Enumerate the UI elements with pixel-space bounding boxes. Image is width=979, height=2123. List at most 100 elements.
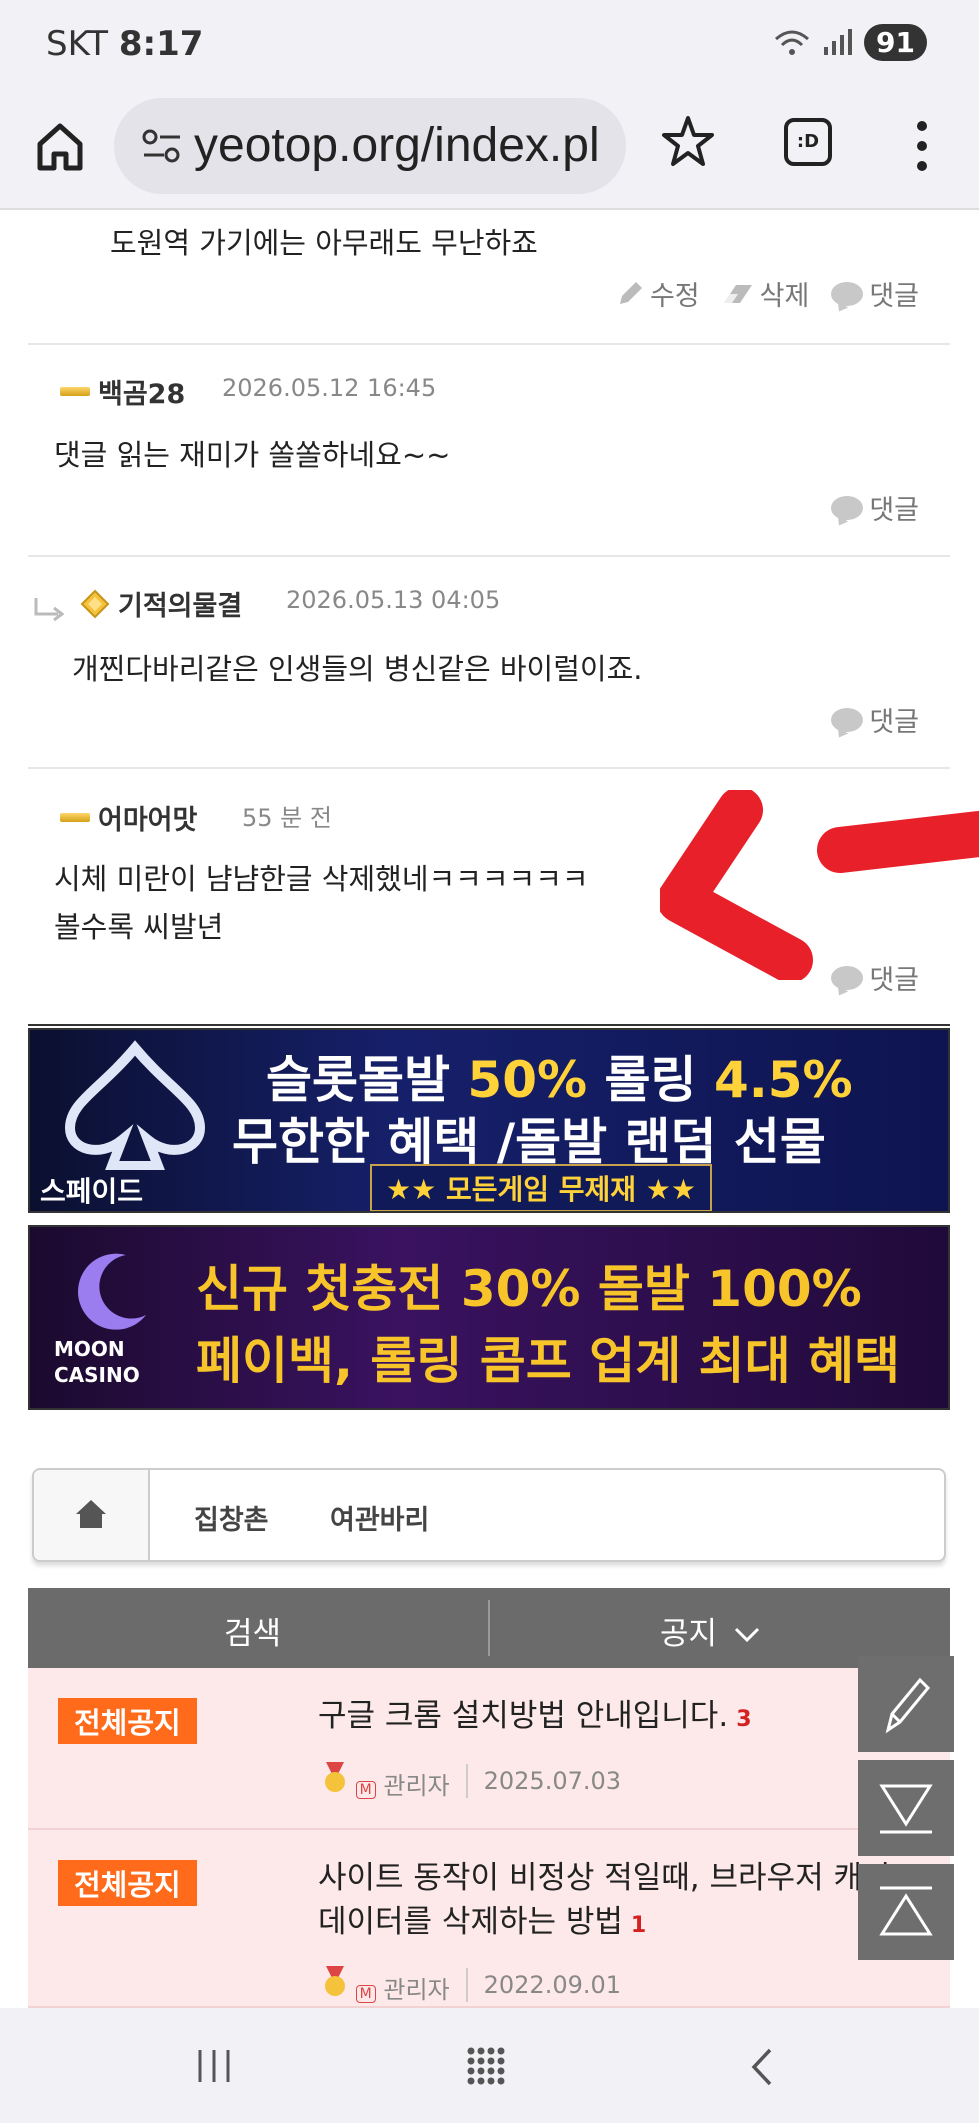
nav-item-2[interactable]: 여관바리 — [330, 1498, 429, 1537]
notice-title-line[interactable]: 사이트 동작이 비정상 적일때, 브라우저 캐시 — [318, 1856, 890, 1900]
triangle-down-icon — [879, 1784, 933, 1834]
edit-button[interactable]: 수정 — [616, 274, 700, 313]
banner-line2: 페이백, 롤링 콤프 업계 최대 혜택 — [196, 1332, 901, 1390]
author-name: 관리자 — [383, 1976, 450, 2004]
scroll-bottom-button[interactable] — [858, 1760, 954, 1856]
notice-meta: M 관리자 2025.07.03 — [322, 1760, 621, 1801]
comment-date: 2026.05.13 04:05 — [286, 586, 501, 614]
speech-bubble-icon — [831, 281, 864, 306]
notice-date: 2022.09.01 — [483, 1970, 622, 1999]
reply-arrow-icon — [34, 598, 65, 622]
crescent-moon-icon — [78, 1253, 146, 1330]
comment-author[interactable]: 어마어맛 — [60, 798, 197, 837]
reply-button[interactable]: 댓글 — [831, 488, 919, 527]
comment-text: 개찐다바리같은 인생들의 병신같은 바이럴이죠. — [72, 652, 643, 686]
recent-apps-icon[interactable] — [196, 2048, 232, 2084]
comment-text: 댓글 읽는 재미가 쏠쏠하네요~~ — [54, 438, 451, 472]
divider — [28, 1024, 950, 1026]
scroll-top-button[interactable] — [858, 1864, 954, 1960]
notice-title-text: 데이터를 삭제하는 방법 — [318, 1904, 623, 1940]
reply-label: 댓글 — [869, 707, 919, 738]
author-name: 어마어맛 — [98, 805, 198, 836]
notice-dropdown[interactable]: 공지 — [660, 1608, 761, 1653]
comment-count: 1 — [630, 1913, 647, 1938]
notice-row[interactable]: 전체공지 사이트 동작이 비정상 적일때, 브라우저 캐시 데이터를 삭제하는 … — [28, 1830, 950, 2008]
more-menu-icon[interactable] — [910, 118, 934, 174]
browser-toolbar: yeotop.org/index.pl :D — [0, 90, 979, 210]
banner-text: 슬롯돌발 — [266, 1051, 468, 1109]
apps-grid-icon[interactable] — [466, 2046, 506, 2086]
divider — [28, 555, 950, 557]
edit-label: 수정 — [649, 281, 700, 312]
notice-badge: 전체공지 — [58, 1860, 197, 1906]
notice-title[interactable]: 구글 크롬 설치방법 안내입니다. 3 — [318, 1694, 752, 1742]
signal-icon — [824, 28, 853, 55]
comment-text: 도원역 가기에는 아무래도 무난하죠 — [110, 226, 538, 260]
ad-banner-spade[interactable]: 스페이드 슬롯돌발 50% 롤링 4.5% 무한한 혜택 /돌발 랜덤 선물 ★… — [28, 1028, 950, 1213]
comment-text-line: 시체 미란이 냠냠한글 삭제했네ㅋㅋㅋㅋㅋㅋ — [54, 862, 589, 896]
meta-separator — [465, 1763, 468, 1798]
gold-medal-icon — [80, 589, 110, 618]
banner-highlight: 50% — [467, 1051, 588, 1109]
status-icons: 91 — [774, 24, 927, 61]
ad-banner-moon-casino[interactable]: MOON CASINO 신규 첫충전 30% 돌발 100% 페이백, 롤링 콤… — [28, 1225, 950, 1410]
notice-date: 2025.07.03 — [483, 1766, 622, 1795]
reply-button[interactable]: 댓글 — [831, 274, 919, 313]
admin-medal-icon — [325, 1966, 345, 1996]
notice-badge: 전체공지 — [58, 1698, 197, 1744]
comment-actions: 댓글 — [831, 700, 919, 739]
speech-bubble-icon — [831, 707, 864, 732]
author-name: 백곰28 — [98, 379, 186, 410]
home-icon[interactable] — [30, 116, 90, 176]
notice-label: 공지 — [660, 1616, 718, 1652]
triangle-up-icon — [879, 1886, 933, 1936]
comment-author[interactable]: 백곰28 — [60, 372, 185, 411]
comment-date: 55 분 전 — [242, 804, 332, 832]
nav-item-1[interactable]: 집창촌 — [194, 1498, 269, 1537]
notice-author[interactable]: M 관리자 — [322, 1760, 450, 1801]
banner-brand-top: MOON — [54, 1337, 125, 1361]
comment-author[interactable]: 기적의물결 — [80, 584, 242, 623]
bookmark-star-icon[interactable] — [660, 114, 716, 170]
header-separator — [488, 1600, 490, 1656]
reply-label: 댓글 — [869, 281, 919, 312]
nav-home-button[interactable] — [34, 1470, 150, 1560]
m-badge-icon: M — [355, 1781, 376, 1799]
red-annotation-arrow — [660, 790, 979, 980]
home-icon — [76, 1500, 106, 1528]
admin-medal-icon — [325, 1762, 345, 1792]
notice-title-line[interactable]: 데이터를 삭제하는 방법 1 — [318, 1900, 646, 1948]
chevron-down-icon — [734, 1627, 759, 1643]
comment-actions: 댓글 — [831, 488, 919, 527]
reply-button[interactable]: 댓글 — [831, 700, 919, 739]
banner-highlight: 4.5% — [713, 1051, 853, 1109]
banner-brand: 스페이드 — [40, 1175, 144, 1208]
site-settings-icon[interactable] — [142, 128, 182, 164]
status-time: SKT 8:17 — [46, 24, 203, 64]
notice-row[interactable]: 전체공지 구글 크롬 설치방법 안내입니다. 3 M 관리자 2025.07.03 — [28, 1668, 950, 1830]
write-post-button[interactable] — [858, 1656, 954, 1752]
address-bar[interactable]: yeotop.org/index.pl — [114, 98, 626, 194]
banner-text: ★★ 모든게임 — [386, 1173, 559, 1206]
comment-text-line: 볼수록 씨발년 — [54, 910, 224, 944]
back-icon[interactable] — [748, 2046, 774, 2088]
eraser-icon — [723, 284, 752, 303]
banner-brand-bottom: CASINO — [54, 1363, 140, 1387]
delete-button[interactable]: 삭제 — [722, 274, 810, 313]
spade-logo-icon — [64, 1040, 206, 1170]
notice-title-text: 구글 크롬 설치방법 안내입니다. — [318, 1698, 729, 1734]
wifi-icon — [775, 30, 810, 55]
category-nav: 집창촌 여관바리 — [32, 1468, 946, 1562]
comment-count: 3 — [736, 1707, 752, 1732]
search-tab[interactable]: 검색 — [224, 1608, 281, 1653]
system-navigation-bar — [0, 2008, 979, 2123]
pencil-icon — [885, 1677, 931, 1734]
tab-switcher-button[interactable]: :D — [784, 118, 832, 166]
notice-meta: M 관리자 2022.09.01 — [322, 1964, 621, 2005]
level-badge-icon — [60, 387, 90, 396]
comment-actions: 수정 삭제 댓글 — [616, 274, 919, 313]
banner-text: ★★ — [636, 1173, 696, 1206]
carrier-label: SKT — [46, 24, 109, 64]
delete-label: 삭제 — [759, 281, 810, 312]
notice-author[interactable]: M 관리자 — [322, 1964, 450, 2005]
